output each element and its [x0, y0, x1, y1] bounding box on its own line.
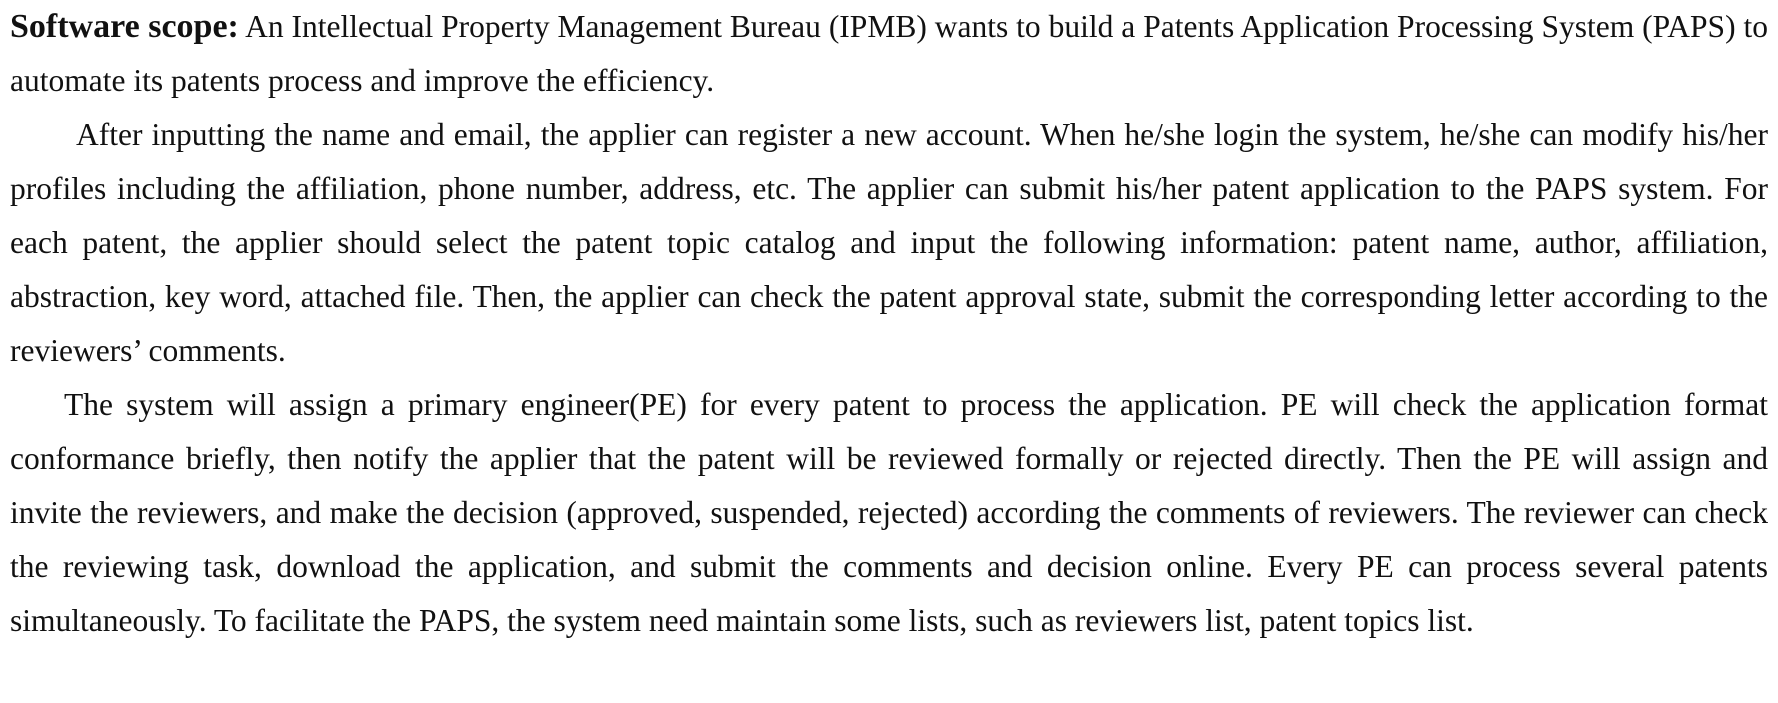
scope-paragraph: Software scope: An Intellectual Property… — [10, 0, 1768, 108]
scope-label: Software scope: — [10, 8, 239, 45]
engineer-paragraph: The system will assign a primary enginee… — [10, 387, 1768, 638]
document-body: Software scope: An Intellectual Property… — [10, 0, 1768, 648]
applier-paragraph: After inputting the name and email, the … — [10, 117, 1768, 368]
scope-text: An Intellectual Property Management Bure… — [10, 9, 1769, 98]
